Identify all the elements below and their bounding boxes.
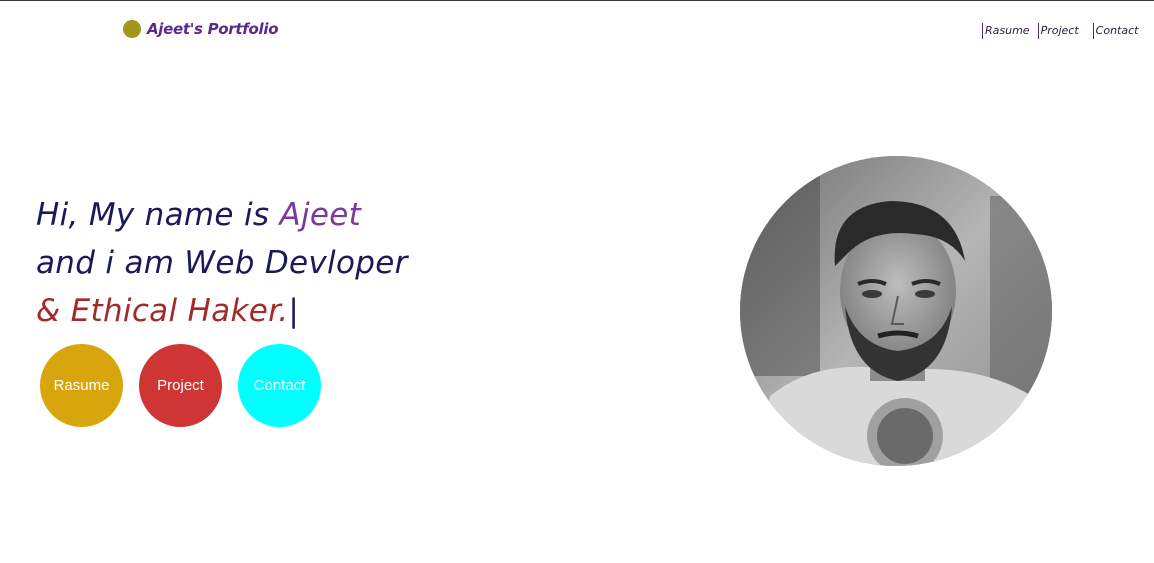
hero-heading: Hi, My name is Ajeet and i am Web Devlop… [36,191,408,335]
typing-cursor: | [288,293,300,329]
nav-link-resume[interactable]: Rasume [982,23,1030,39]
top-nav: Rasume Project Contact [982,23,1138,39]
hero-buttons: Rasume Project Contact [40,344,321,427]
nav-link-contact[interactable]: Contact [1092,23,1138,39]
profile-photo [740,156,1052,466]
project-button[interactable]: Project [139,344,222,427]
contact-button[interactable]: Contact [238,344,321,427]
hero-greeting: Hi, My name is [36,197,280,233]
logo[interactable]: Ajeet's Portfolio [123,20,279,38]
top-border [0,0,1154,1]
profile-photo-illustration [740,156,1052,466]
hero-line-1: Hi, My name is Ajeet [36,191,408,239]
hero-name: Ajeet [279,197,362,233]
resume-button[interactable]: Rasume [40,344,123,427]
hero-line-3: & Ethical Haker.| [36,287,408,335]
hero-line-2: and i am Web Devloper [36,245,408,281]
logo-dot-icon [123,20,141,38]
nav-link-project[interactable]: Project [1037,23,1079,39]
logo-text: Ajeet's Portfolio [147,20,279,38]
hero-role: & Ethical Haker. [36,293,289,329]
